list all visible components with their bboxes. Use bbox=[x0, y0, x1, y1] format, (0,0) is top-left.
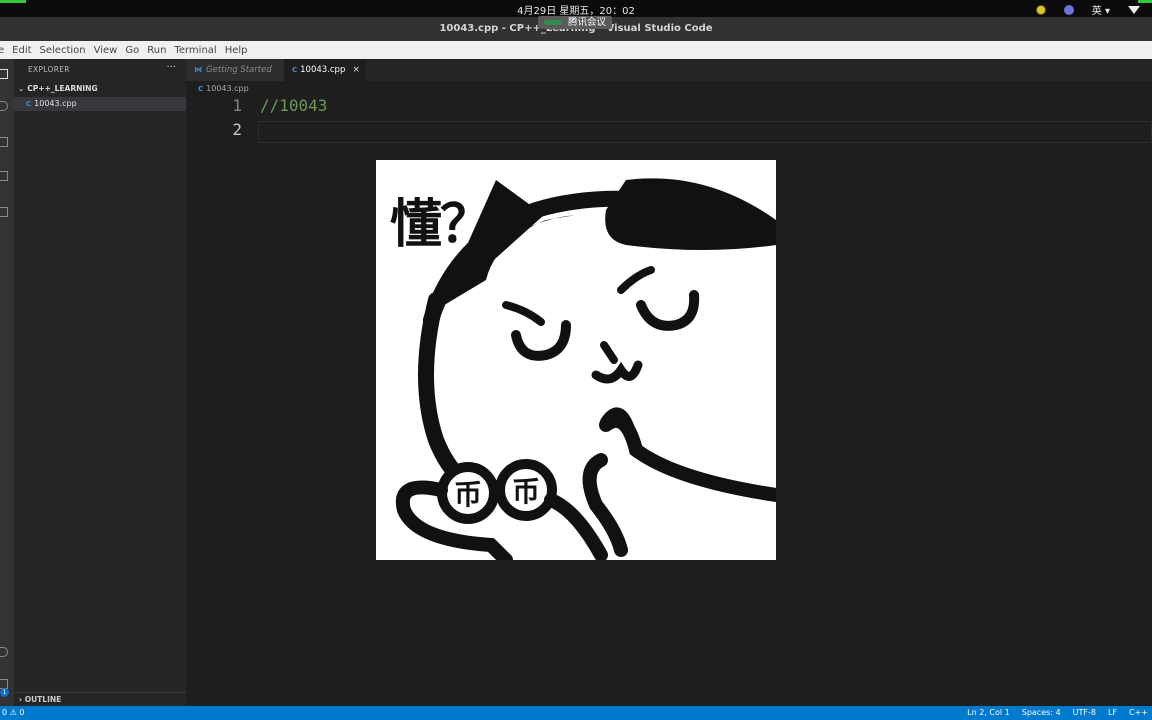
line-number-gutter: 1 2 bbox=[186, 96, 256, 144]
svg-text:币: 币 bbox=[454, 478, 482, 511]
line-number: 1 bbox=[232, 96, 242, 115]
meme-sticker-image: 币 币 懂？ bbox=[376, 160, 776, 560]
tab-10043-cpp[interactable]: C 10043.cpp × bbox=[284, 59, 366, 81]
menu-help[interactable]: Help bbox=[225, 45, 248, 56]
vscode-logo-icon: ⋈ bbox=[194, 65, 202, 74]
system-tray: 英 ▾ bbox=[1035, 2, 1140, 17]
breadcrumb-file: 10043.cpp bbox=[206, 84, 249, 93]
sidebar-title: EXPLORER bbox=[28, 65, 70, 74]
menu-terminal[interactable]: Terminal bbox=[174, 45, 216, 56]
tray-app-icon[interactable] bbox=[1035, 4, 1046, 15]
end-of-line[interactable]: LF bbox=[1108, 706, 1117, 720]
menu-selection[interactable]: Selection bbox=[40, 45, 86, 56]
system-clock[interactable]: 4月29日 星期五，20：02 bbox=[0, 2, 1152, 17]
account-icon[interactable] bbox=[0, 647, 8, 657]
current-line-highlight bbox=[258, 121, 1152, 143]
editor-tabs: ⋈ Getting Started C 10043.cpp × bbox=[186, 59, 1152, 81]
search-icon[interactable] bbox=[0, 101, 8, 111]
meeting-label: 腾讯会议 bbox=[568, 17, 607, 28]
outline-section[interactable]: › OUTLINE bbox=[14, 692, 186, 706]
tab-label: 10043.cpp bbox=[300, 65, 346, 75]
file-encoding[interactable]: UTF-8 bbox=[1073, 706, 1096, 720]
activity-bar bbox=[0, 59, 14, 706]
extensions-icon[interactable] bbox=[0, 207, 8, 217]
more-actions-icon[interactable]: ··· bbox=[166, 62, 176, 73]
source-control-icon[interactable] bbox=[0, 137, 8, 147]
menu-edit[interactable]: Edit bbox=[12, 45, 31, 56]
svg-text:币: 币 bbox=[512, 475, 540, 508]
menu-bar: e Edit Selection View Go Run Terminal He… bbox=[0, 41, 1152, 59]
folder-label: CP++_LEARNING bbox=[27, 84, 98, 93]
outline-label: OUTLINE bbox=[24, 695, 62, 704]
language-mode[interactable]: C++ bbox=[1129, 706, 1148, 720]
explorer-sidebar: EXPLORER ··· ⌄ CP++_LEARNING C 10043.cpp ›… bbox=[14, 59, 186, 706]
wifi-icon[interactable] bbox=[1128, 5, 1140, 14]
indentation-setting[interactable]: Spaces: 4 bbox=[1022, 706, 1061, 720]
breadcrumb[interactable]: C 10043.cpp bbox=[198, 84, 249, 93]
tab-label: Getting Started bbox=[206, 65, 272, 75]
status-bar: 0 ⚠ 0 Ln 2, Col 1 Spaces: 4 UTF-8 LF C++ bbox=[0, 706, 1152, 720]
file-label: 10043.cpp bbox=[34, 99, 77, 108]
status-bar-right: Ln 2, Col 1 Spaces: 4 UTF-8 LF C++ bbox=[967, 706, 1148, 720]
meme-caption: 懂？ bbox=[390, 195, 492, 255]
file-item-10043-cpp[interactable]: C 10043.cpp bbox=[14, 97, 186, 111]
chevron-right-icon: › bbox=[19, 695, 23, 704]
cpp-file-icon: C bbox=[198, 85, 204, 93]
menu-go[interactable]: Go bbox=[125, 45, 139, 56]
code-editor[interactable]: //10043 bbox=[260, 96, 327, 120]
cpp-file-icon: C bbox=[292, 66, 298, 74]
cpp-file-icon: C bbox=[26, 100, 32, 108]
close-icon[interactable]: × bbox=[352, 59, 360, 81]
menu-view[interactable]: View bbox=[94, 45, 118, 56]
run-debug-icon[interactable] bbox=[0, 171, 8, 181]
menu-file[interactable]: e bbox=[0, 45, 4, 56]
code-line[interactable]: //10043 bbox=[260, 96, 327, 120]
tray-meeting-icon[interactable] bbox=[1063, 4, 1074, 15]
workspace-folder[interactable]: ⌄ CP++_LEARNING bbox=[18, 84, 98, 93]
explorer-icon[interactable] bbox=[0, 69, 8, 79]
problems-indicator[interactable]: 0 ⚠ 0 bbox=[2, 706, 24, 720]
menu-run[interactable]: Run bbox=[147, 45, 166, 56]
chevron-down-icon: ⌄ bbox=[18, 84, 25, 93]
meeting-overlay-label[interactable]: 腾讯会议 bbox=[538, 16, 613, 29]
tab-getting-started[interactable]: ⋈ Getting Started bbox=[186, 59, 284, 81]
line-number: 2 bbox=[232, 120, 242, 139]
system-top-bar: 4月29日 星期五，20：02 英 ▾ bbox=[0, 0, 1152, 17]
meeting-status-icon bbox=[544, 20, 562, 25]
settings-update-badge: 1 bbox=[0, 688, 9, 697]
input-method-indicator[interactable]: 英 ▾ bbox=[1092, 2, 1110, 17]
cursor-position[interactable]: Ln 2, Col 1 bbox=[967, 706, 1010, 720]
